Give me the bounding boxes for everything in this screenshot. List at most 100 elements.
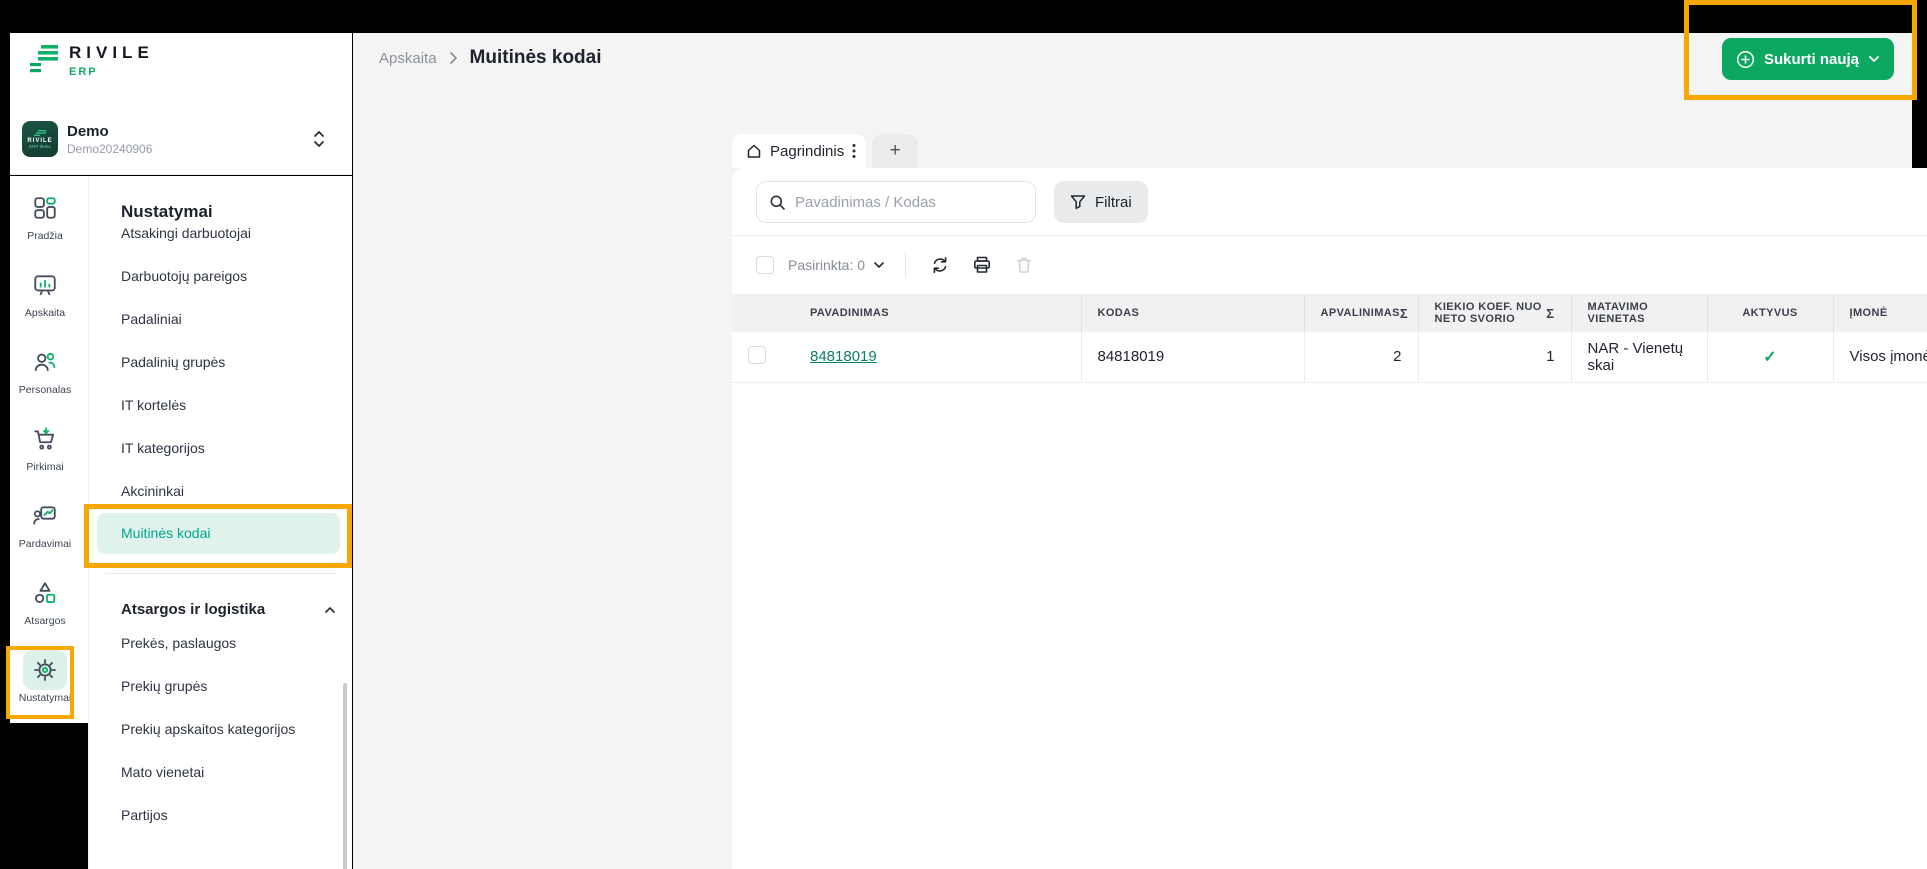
table-row: 84818019 84818019 2 1 NAR - Vienetų skai… (732, 332, 1927, 382)
account-id: Demo20240906 (67, 142, 152, 156)
menu-scrollbar[interactable] (343, 683, 347, 869)
cell-pavadinimas: 84818019 (794, 332, 1081, 382)
menu-item-partijos[interactable]: Partijos (89, 794, 352, 837)
menu-item-padaliniai[interactable]: Padaliniai (89, 298, 352, 341)
rail-item-apskaita[interactable]: Apskaita (10, 265, 88, 342)
table-header-row: PAVADINIMAS KODAS APVALINIMASΣ KIEKIO KO… (732, 294, 1927, 332)
rail-item-pardavimai[interactable]: Pardavimai (10, 496, 88, 573)
gear-icon (32, 657, 58, 683)
refresh-icon (930, 255, 950, 275)
menu-item-it-korteles[interactable]: IT kortelės (89, 384, 352, 427)
search-input[interactable] (795, 194, 1015, 211)
column-header-imone[interactable]: ĮMONĖ (1833, 294, 1927, 332)
sum-icon[interactable]: Σ (1546, 306, 1554, 321)
refresh-button[interactable] (926, 251, 954, 279)
account-switcher[interactable]: RIVILE ERP demo Demo Demo20240906 (22, 117, 340, 161)
account-updown-chevron-icon[interactable] (312, 129, 326, 149)
selected-count-label: Pasirinkta: 0 (788, 257, 865, 273)
menu-section-atsargos-ir-logistika[interactable]: Atsargos ir logistika (121, 601, 336, 618)
funnel-icon (1070, 194, 1086, 210)
tab-pagrindinis[interactable]: Pagrindinis (732, 134, 866, 168)
avatar-logo-icon (34, 130, 46, 136)
rail-label: Nustatymai (19, 692, 72, 704)
menu-item-padaliniu-grupes[interactable]: Padalinių grupės (89, 341, 352, 384)
menu-item-it-kategorijos[interactable]: IT kategorijos (89, 427, 352, 470)
menu-item-prekes-paslaugos[interactable]: Prekės, paslaugos (89, 622, 352, 665)
cart-icon (32, 426, 58, 452)
rail-item-personalas[interactable]: Personalas (10, 342, 88, 419)
cell-imone: Visos įmonės (1833, 332, 1927, 382)
column-header-apvalinimas[interactable]: APVALINIMASΣ (1304, 294, 1418, 332)
column-header-pavadinimas[interactable]: PAVADINIMAS (794, 294, 1081, 332)
table-toolbar: Pasirinkta: 0 (732, 236, 1927, 294)
sum-icon[interactable]: Σ (1400, 306, 1408, 321)
panel-header: RIVILE ERP RIVILE ERP demo Demo Demo202 (10, 33, 352, 175)
plus-circle-icon (1736, 50, 1755, 69)
breadcrumb-parent[interactable]: Apskaita (379, 50, 437, 67)
rivile-logo-icon (30, 43, 60, 75)
tab-bar: Pagrindinis + (732, 134, 918, 168)
shapes-icon (32, 580, 58, 606)
cell-kiekio-koef: 1 (1418, 332, 1571, 382)
rail-item-nustatymai[interactable]: Nustatymai (10, 650, 88, 727)
tab-label: Pagrindinis (770, 143, 844, 160)
account-name: Demo (67, 123, 152, 140)
page-title: Muitinės kodai (470, 47, 602, 69)
search-box (756, 181, 1036, 223)
header-checkbox-cell (732, 294, 794, 332)
column-header-kodas[interactable]: KODAS (1081, 294, 1304, 332)
row-link-pavadinimas[interactable]: 84818019 (810, 348, 877, 365)
main-content: Apskaita Muitinės kodai Pagrindinis + Fi… (353, 33, 1912, 869)
avatar-brand-sub: ERP demo (29, 144, 51, 149)
rail-item-pradzia[interactable]: Pradžia (10, 188, 88, 265)
content-card: Filtrai Tik aktyvūs Pasirinkta: 0 (732, 168, 1927, 869)
chevron-down-icon (1868, 55, 1880, 63)
row-checkbox[interactable] (748, 346, 766, 364)
select-all-checkbox[interactable] (756, 256, 774, 274)
menu-item-prekiu-apskaitos-kategorijos[interactable]: Prekių apskaitos kategorijos (89, 708, 352, 751)
menu-item-muitines-kodai[interactable]: Muitinės kodai (97, 513, 340, 554)
add-tab-button[interactable]: + (872, 134, 918, 168)
selected-chevron-icon[interactable] (873, 261, 885, 269)
people-icon (32, 349, 58, 375)
dashboard-icon (32, 195, 58, 221)
menu-item-akcininkai[interactable]: Akcininkai (89, 470, 352, 513)
settings-menu: Nustatymai Atsakingi darbuotojai Darbuot… (88, 176, 352, 869)
breadcrumb: Apskaita Muitinės kodai (379, 47, 602, 69)
row-checkbox-cell (732, 332, 794, 382)
toolbar-divider (905, 252, 906, 278)
rail-label: Atsargos (24, 615, 65, 627)
menu-divider (105, 573, 336, 574)
column-header-matavimo-vienetas[interactable]: MATAVIMO VIENETAS (1571, 294, 1707, 332)
create-new-button[interactable]: Sukurti naują (1722, 38, 1894, 80)
menu-list-logistics: Prekės, paslaugos Prekių grupės Prekių a… (89, 622, 352, 837)
menu-item-darbuotoju-pareigos[interactable]: Darbuotojų pareigos (89, 255, 352, 298)
menu-item-mato-vienetai[interactable]: Mato vienetai (89, 751, 352, 794)
rail-label: Pirkimai (26, 461, 63, 473)
print-button[interactable] (968, 251, 996, 279)
trash-icon (1014, 255, 1034, 275)
column-header-kiekio-koef[interactable]: KIEKIO KOEF. NUO NETO SVORIOΣ (1418, 294, 1571, 332)
filters-button-label: Filtrai (1095, 194, 1132, 211)
rail-label: Pradžia (27, 230, 63, 242)
filters-button[interactable]: Filtrai (1054, 181, 1148, 223)
app-logo: RIVILE ERP (30, 43, 154, 78)
delete-button[interactable] (1010, 251, 1038, 279)
rail-item-atsargos[interactable]: Atsargos (10, 573, 88, 650)
customs-codes-table: PAVADINIMAS KODAS APVALINIMASΣ KIEKIO KO… (732, 294, 1927, 383)
printer-icon (972, 255, 992, 275)
column-header-aktyvus[interactable]: AKTYVUS (1707, 294, 1833, 332)
cell-matavimo-vienetas: NAR - Vienetų skai (1571, 332, 1707, 382)
cell-kodas: 84818019 (1081, 332, 1304, 382)
menu-section-title: Atsargos ir logistika (121, 601, 265, 618)
column-label: KIEKIO KOEF. NUO NETO SVORIO (1435, 301, 1547, 325)
search-icon (769, 194, 786, 211)
sales-chart-icon (32, 503, 58, 529)
rail-label: Apskaita (25, 307, 65, 319)
kebab-menu-icon[interactable] (852, 143, 856, 159)
menu-title: Nustatymai (89, 176, 352, 228)
rail-item-pirkimai[interactable]: Pirkimai (10, 419, 88, 496)
screenshot-stage: RIVILE ERP RIVILE ERP demo Demo Demo202 (0, 0, 1927, 869)
menu-item-prekiu-grupes[interactable]: Prekių grupės (89, 665, 352, 708)
chevron-right-icon (449, 51, 458, 65)
